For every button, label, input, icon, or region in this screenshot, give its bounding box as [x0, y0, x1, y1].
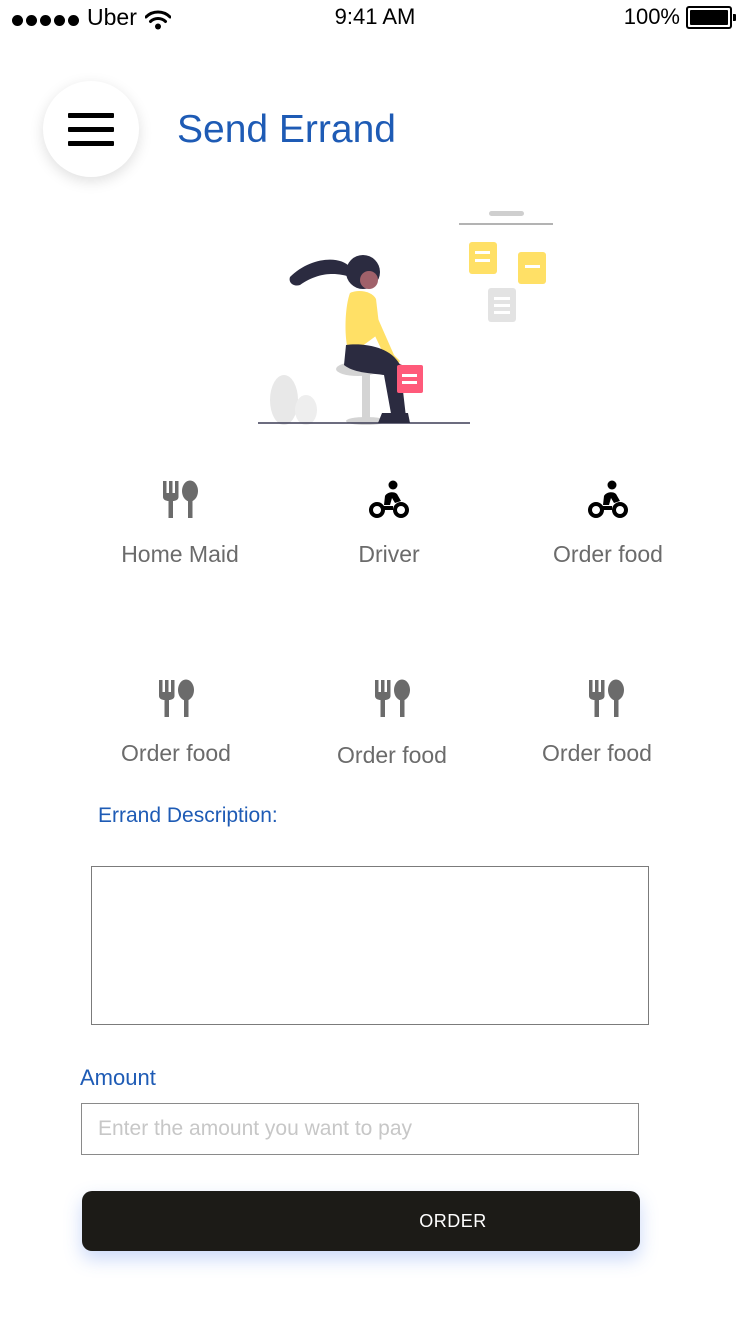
service-order-food[interactable]: Order food — [497, 678, 697, 778]
order-button[interactable]: ORDER — [82, 1191, 640, 1251]
service-order-food[interactable]: Order food — [508, 479, 708, 579]
service-label: Home Maid — [121, 541, 239, 567]
sticky-note-icon — [518, 252, 546, 284]
amount-field[interactable] — [81, 1103, 639, 1155]
errand-description-label: Errand Description: — [98, 804, 278, 827]
sticky-note-icon — [469, 242, 497, 274]
service-label: Order food — [542, 740, 652, 766]
motorbike-rider-icon — [508, 479, 708, 519]
service-label: Driver — [358, 541, 420, 567]
service-order-food[interactable]: Order food — [292, 678, 492, 778]
service-label: Order food — [121, 740, 231, 766]
amount-label: Amount — [80, 1065, 156, 1090]
send-errand-screen: Uber 9:41 AM 100% Send Errand Home Maid … — [0, 0, 750, 1334]
service-order-food[interactable]: Order food — [76, 678, 276, 778]
page-title: Send Errand — [177, 108, 396, 151]
status-bar: Uber 9:41 AM 100% — [0, 0, 750, 40]
utensils-icon — [80, 479, 280, 519]
utensils-icon — [497, 678, 697, 718]
menu-button[interactable] — [43, 81, 139, 177]
utensils-icon — [76, 678, 276, 718]
battery-icon — [686, 5, 736, 29]
battery-percentage: 100% — [623, 4, 680, 29]
battery-group: 100% — [624, 4, 736, 30]
document-icon — [488, 288, 516, 322]
errand-illustration — [258, 211, 553, 425]
service-label: Order food — [337, 742, 447, 768]
service-driver[interactable]: Driver — [289, 479, 489, 579]
service-home-maid[interactable]: Home Maid — [80, 479, 280, 579]
utensils-icon — [292, 678, 492, 718]
order-card-icon — [397, 365, 423, 393]
errand-description-field[interactable] — [91, 866, 649, 1025]
hamburger-menu-icon — [68, 112, 114, 146]
motorbike-rider-icon — [289, 479, 489, 519]
service-label: Order food — [553, 541, 663, 567]
